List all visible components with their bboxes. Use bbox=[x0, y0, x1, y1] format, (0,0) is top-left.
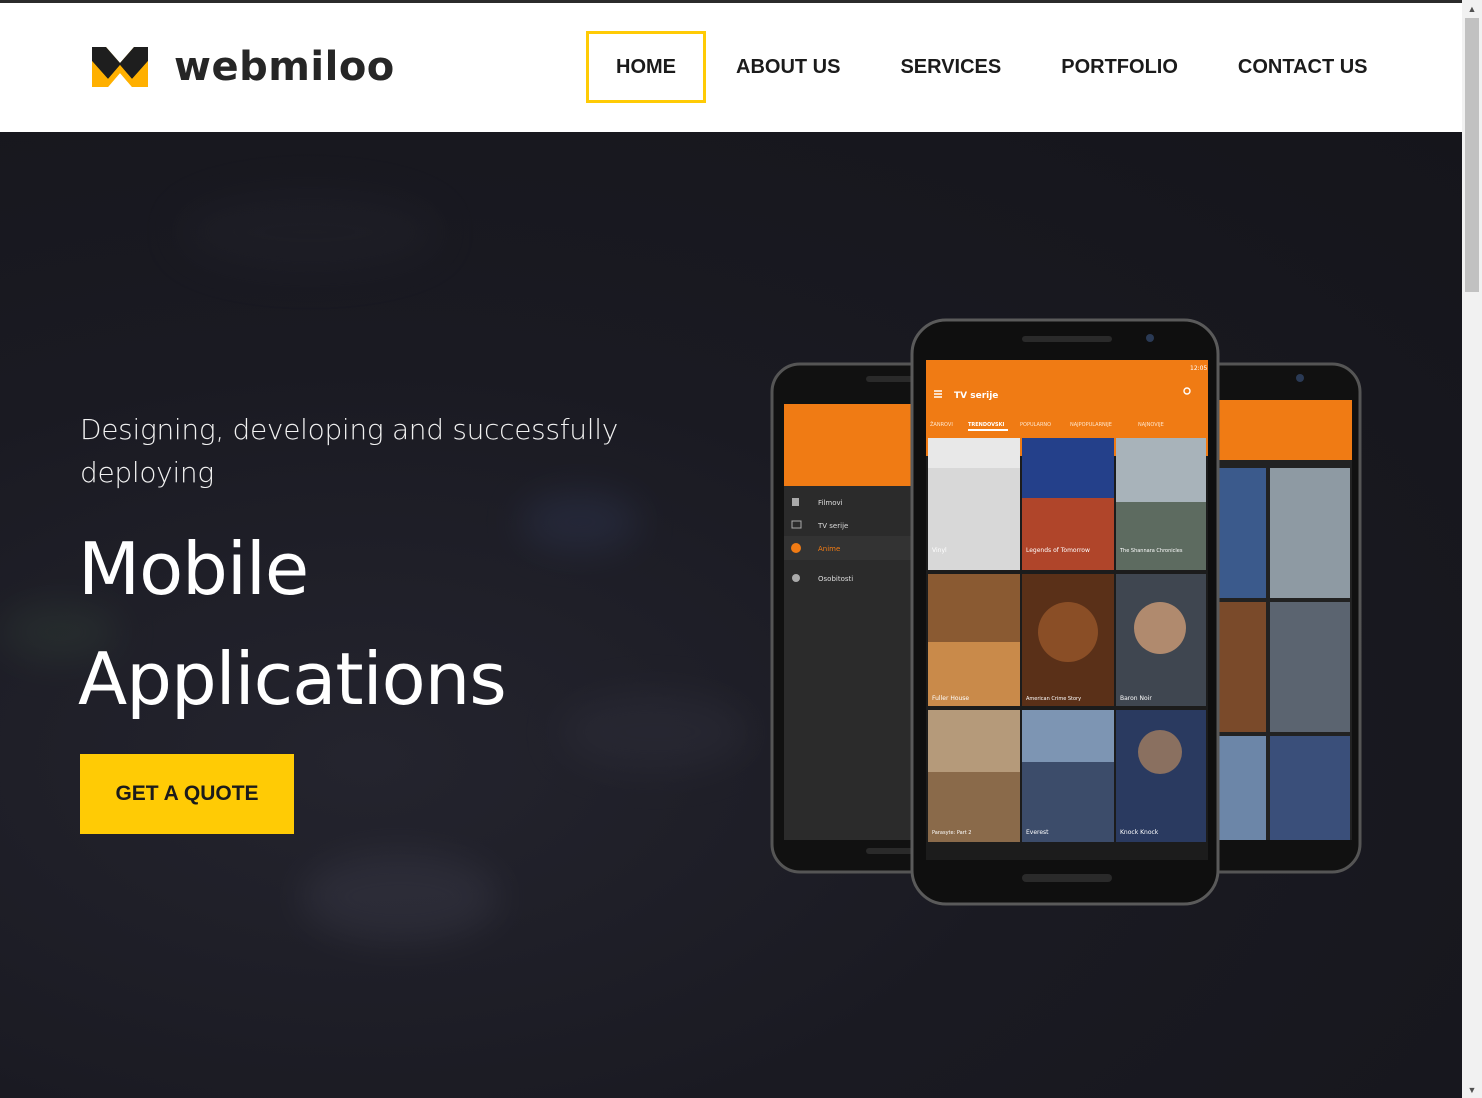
background-bokeh bbox=[180, 192, 440, 272]
nav-contact-us[interactable]: CONTACT US bbox=[1208, 31, 1398, 103]
poster-title: Knock Knock bbox=[1120, 829, 1159, 836]
poster-card: Legends of Tomorrow bbox=[1022, 438, 1114, 570]
center-phone: 12:05 TV serije ŽANROVI TRENDOVSKI POPUL… bbox=[910, 318, 1220, 906]
poster-card: Vinyl bbox=[928, 438, 1020, 570]
headline-line-1: Mobile bbox=[78, 527, 309, 611]
app-title: TV serije bbox=[954, 391, 998, 401]
drawer-item: Anime bbox=[818, 545, 840, 553]
nav-services[interactable]: SERVICES bbox=[870, 31, 1031, 103]
app-tab: TRENDOVSKI bbox=[968, 422, 1004, 428]
brand-name: webmiloo bbox=[174, 44, 395, 90]
background-bokeh bbox=[560, 692, 750, 772]
poster-card: Parasyte: Part 2 bbox=[928, 710, 1020, 842]
poster-title: American Crime Story bbox=[1026, 696, 1081, 702]
page-scrollbar[interactable]: ▲ ▼ bbox=[1462, 0, 1482, 1098]
poster-title: Legends of Tomorrow bbox=[1026, 547, 1090, 554]
background-bokeh bbox=[300, 852, 500, 942]
hero-section: Designing, developing and successfully d… bbox=[0, 132, 1462, 1098]
poster-card: Fuller House bbox=[928, 574, 1020, 706]
app-tab: POPULARNO bbox=[1020, 422, 1051, 428]
scroll-down-arrow-icon[interactable]: ▼ bbox=[1462, 1081, 1482, 1098]
drawer-item: TV serije bbox=[817, 522, 848, 530]
phones-mockup: Filmovi TV serije Anime Osobitosti 12:05… bbox=[770, 318, 1362, 906]
app-tab: NAJNOVIJE bbox=[1138, 422, 1164, 428]
logo[interactable]: webmiloo bbox=[86, 41, 395, 93]
site-header: webmiloo HOME ABOUT US SERVICES PORTFOLI… bbox=[0, 3, 1462, 132]
status-time: 12:05 bbox=[1190, 365, 1207, 372]
background-bokeh bbox=[520, 492, 640, 552]
hero-tagline: Designing, developing and successfully d… bbox=[80, 413, 618, 489]
poster-card: Baron Noir bbox=[1116, 574, 1206, 706]
poster-card: Everest bbox=[1022, 710, 1114, 842]
poster-card: Knock Knock bbox=[1116, 710, 1206, 842]
poster-card: American Crime Story bbox=[1022, 574, 1114, 706]
app-tab: NAJPOPULARNIJE bbox=[1070, 422, 1112, 428]
poster-title: Baron Noir bbox=[1120, 695, 1152, 702]
headline-line-2: Applications bbox=[78, 637, 507, 721]
drawer-item: Filmovi bbox=[818, 499, 843, 507]
poster-title: Parasyte: Part 2 bbox=[932, 830, 972, 836]
drawer-item: Osobitosti bbox=[818, 575, 853, 583]
poster-title: Everest bbox=[1026, 829, 1049, 836]
poster-title: Fuller House bbox=[932, 695, 969, 702]
app-tab: ŽANROVI bbox=[930, 420, 953, 428]
poster-title: The Shannara Chronicles bbox=[1119, 548, 1183, 554]
nav-portfolio[interactable]: PORTFOLIO bbox=[1031, 31, 1208, 103]
webmiloo-logo-icon bbox=[92, 47, 148, 87]
poster-card: The Shannara Chronicles bbox=[1116, 438, 1206, 570]
hero-headline: Mobile Applications bbox=[78, 514, 507, 734]
poster-title: Vinyl bbox=[932, 547, 947, 554]
nav-about-us[interactable]: ABOUT US bbox=[706, 31, 870, 103]
nav-home[interactable]: HOME bbox=[586, 31, 706, 103]
poster-grid: Vinyl Legends of Tomorrow The Shannara C… bbox=[928, 438, 1206, 842]
scrollbar-thumb[interactable] bbox=[1465, 18, 1479, 292]
scroll-up-arrow-icon[interactable]: ▲ bbox=[1462, 0, 1482, 17]
right-poster-grid bbox=[1216, 468, 1350, 840]
main-nav: HOME ABOUT US SERVICES PORTFOLIO CONTACT… bbox=[586, 31, 1398, 103]
get-a-quote-button[interactable]: GET A QUOTE bbox=[80, 754, 294, 834]
